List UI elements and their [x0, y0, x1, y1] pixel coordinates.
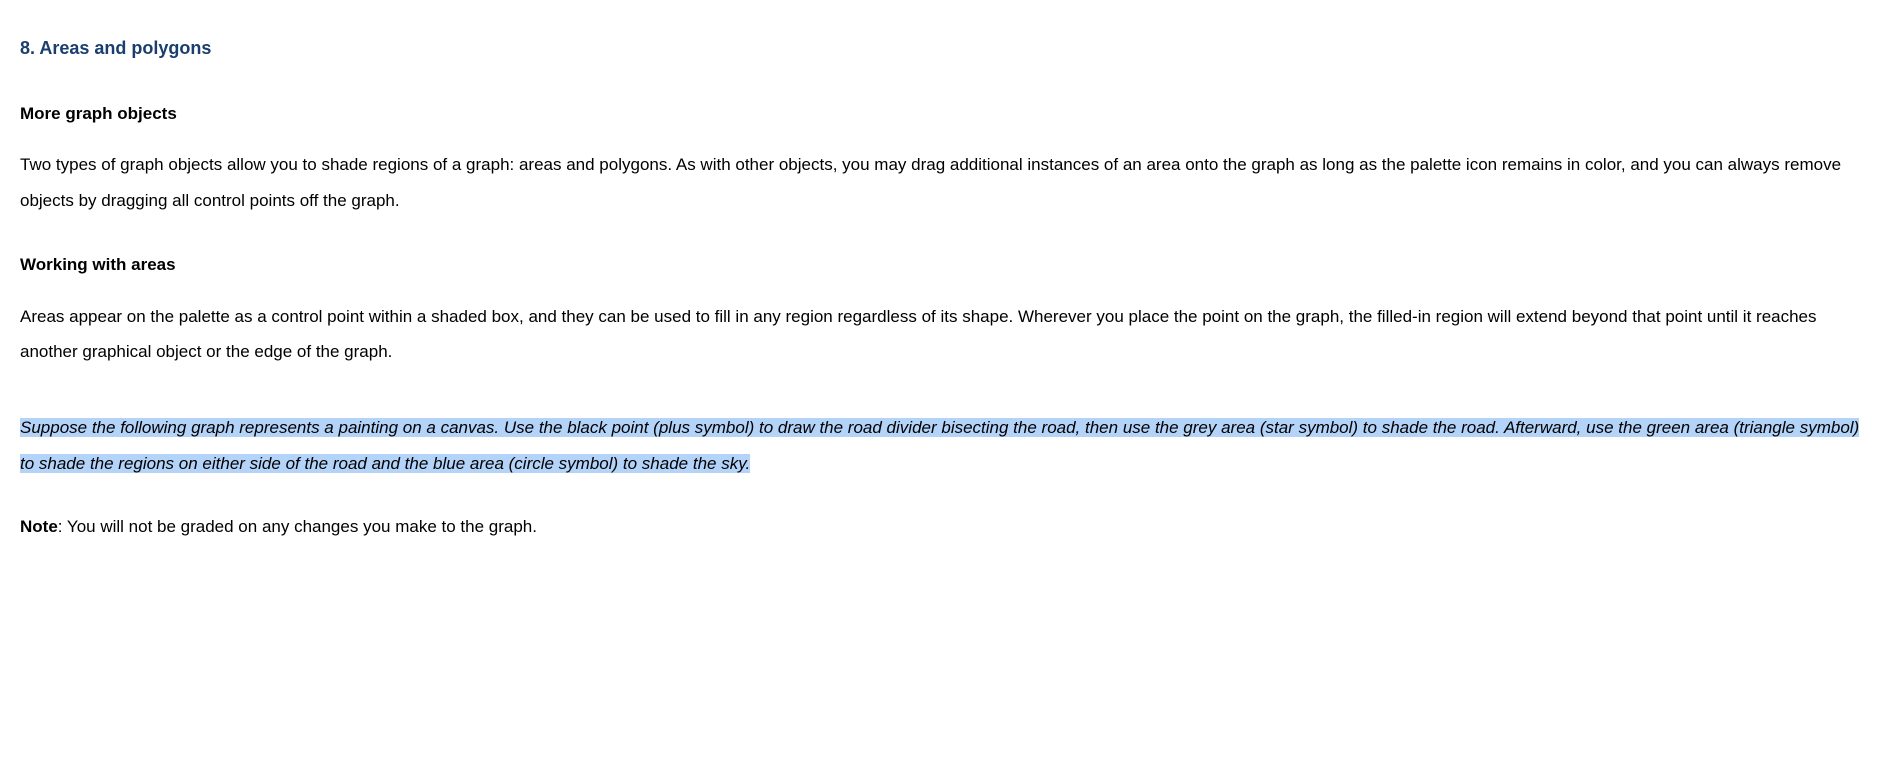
note-label: Note	[20, 517, 58, 536]
section-title: 8. Areas and polygons	[20, 30, 1878, 68]
instructions-text: Suppose the following graph represents a…	[20, 418, 1859, 473]
subsection-more-graph-objects-title: More graph objects	[20, 96, 1878, 132]
instructions-block: Suppose the following graph represents a…	[20, 410, 1878, 481]
subsection-working-with-areas-title: Working with areas	[20, 247, 1878, 283]
subsection-working-with-areas-paragraph: Areas appear on the palette as a control…	[20, 299, 1878, 370]
subsection-more-graph-objects-paragraph: Two types of graph objects allow you to …	[20, 147, 1878, 218]
note-text: : You will not be graded on any changes …	[58, 517, 537, 536]
note-paragraph: Note: You will not be graded on any chan…	[20, 509, 1878, 545]
